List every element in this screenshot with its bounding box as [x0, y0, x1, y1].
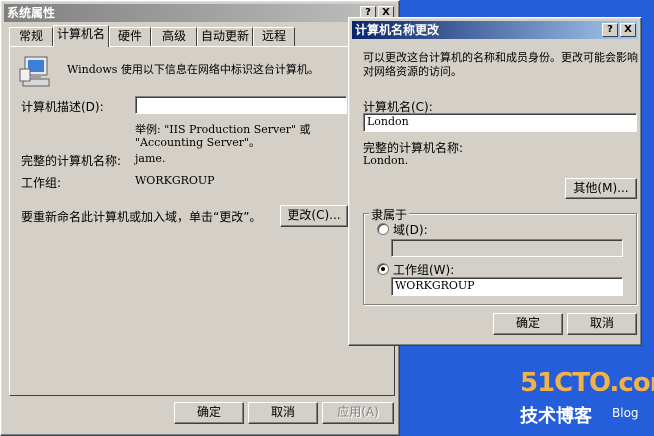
- workgroup-value: WORKGROUP: [135, 174, 215, 187]
- tab-computer-name[interactable]: 计算机名: [53, 25, 109, 47]
- full-name-value: jame.: [135, 152, 166, 165]
- more-button[interactable]: 其他(M)...: [565, 178, 637, 199]
- workgroup-input[interactable]: WORKGROUP: [391, 277, 623, 296]
- tab-auto-update[interactable]: 自动更新: [197, 27, 253, 46]
- full-name-value: London.: [363, 154, 409, 167]
- close-button[interactable]: X: [620, 23, 636, 37]
- domain-input[interactable]: [391, 239, 623, 257]
- help-button[interactable]: ?: [602, 23, 618, 37]
- computer-name-change-dialog: 计算机名称更改 ? X 可以更改这台计算机的名称和成员身份。更改可能会影响 对网…: [348, 17, 642, 346]
- tab-hardware[interactable]: 硬件: [109, 27, 151, 46]
- watermark-logo: 51CTO.com: [520, 368, 654, 398]
- tab-general[interactable]: 常规: [9, 27, 53, 46]
- change-button[interactable]: 更改(C)...: [280, 205, 348, 227]
- workgroup-label: 工作组:: [21, 176, 62, 190]
- description-label: 计算机描述(D):: [21, 100, 104, 114]
- example-text-2: "Accounting Server"。: [135, 136, 261, 149]
- system-properties-titlebar[interactable]: 系统属性 ? X: [4, 4, 396, 22]
- domain-radio[interactable]: [377, 223, 389, 235]
- description-input[interactable]: [135, 96, 347, 114]
- cancel-button[interactable]: 取消: [248, 402, 318, 424]
- domain-label: 域(D):: [393, 223, 428, 237]
- info-text: Windows 使用以下信息在网络中标识这台计算机。: [67, 63, 319, 76]
- computer-name-input[interactable]: London: [363, 113, 637, 132]
- rename-titlebar[interactable]: 计算机名称更改 ? X: [352, 21, 638, 39]
- apply-button[interactable]: 应用(A): [322, 402, 394, 424]
- tab-remote[interactable]: 远程: [253, 27, 295, 46]
- full-name-label: 完整的计算机名称:: [21, 154, 122, 168]
- rename-instructions: 要重新命名此计算机或加入域，单击“更改”。: [21, 210, 262, 224]
- computer-icon: [19, 56, 50, 87]
- system-properties-title: 系统属性: [7, 6, 56, 20]
- watermark-blog: Blog: [612, 406, 639, 420]
- workgroup-label: 工作组(W):: [393, 263, 455, 277]
- rename-title: 计算机名称更改: [355, 23, 440, 37]
- ok-button[interactable]: 确定: [493, 313, 563, 335]
- cancel-button[interactable]: 取消: [567, 313, 637, 335]
- intro-text-2: 对网络资源的访问。: [363, 65, 462, 78]
- system-properties-dialog: 系统属性 ? X 常规 计算机名 硬件 高级 自动更新 远程 Windows 使…: [0, 0, 400, 436]
- tab-advanced[interactable]: 高级: [151, 27, 197, 46]
- workgroup-radio[interactable]: [377, 263, 389, 275]
- watermark-subtitle: 技术博客: [520, 406, 592, 427]
- ok-button[interactable]: 确定: [174, 402, 244, 424]
